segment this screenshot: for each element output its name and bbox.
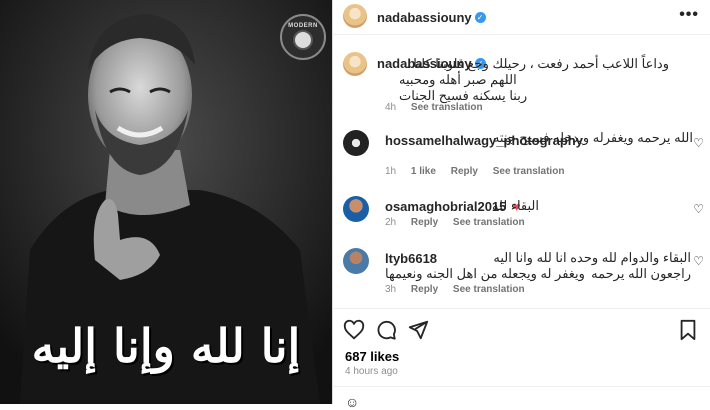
like-comment-icon[interactable]: ♡ xyxy=(693,202,704,216)
comment-text: الله يرحمه ويغفرله ويدخله فسيح جنته xyxy=(492,130,693,145)
comment-time: 1h xyxy=(385,166,397,177)
caption-line: وداعاً اللاعب أحمد رفعت ، رحيلك وجع قلوب… xyxy=(406,56,669,71)
comment-text: البقاء لله xyxy=(492,198,539,213)
more-options-icon[interactable]: ••• xyxy=(679,6,699,24)
commenter-avatar[interactable] xyxy=(343,248,369,274)
post-timestamp: 4 hours ago xyxy=(345,366,398,377)
comment-text-line2: ويغفر له ويجعله من اهل الجنه ونعيمها xyxy=(385,266,585,281)
see-translation-link[interactable]: See translation xyxy=(493,166,565,177)
see-translation-link[interactable]: See translation xyxy=(411,102,483,113)
emoji-icon[interactable]: ☺ xyxy=(345,394,359,410)
calligraphy-text: إنا لله وإنا إليه راجعون xyxy=(31,319,302,373)
bookmark-icon[interactable] xyxy=(677,319,699,341)
divider xyxy=(333,386,710,387)
caption-time: 4h xyxy=(385,102,397,113)
heart-icon[interactable] xyxy=(343,319,365,341)
reply-button[interactable]: Reply xyxy=(411,284,438,295)
comment-time: 3h xyxy=(385,284,397,295)
post-details-panel: nadabassiouny ✓ ••• nadabassiouny ✓ وداعاً… xyxy=(332,0,710,410)
author-username[interactable]: nadabassiouny xyxy=(377,10,472,25)
reply-button[interactable]: Reply xyxy=(411,217,438,228)
instagram-post-view: MODERN إنا لله وإنا إليه راجعون nadabass… xyxy=(0,0,710,410)
reply-button[interactable]: Reply xyxy=(451,166,478,177)
share-icon[interactable] xyxy=(407,319,429,341)
post-caption: nadabassiouny ✓ وداعاً اللاعب أحمد رفعت ،… xyxy=(333,46,710,116)
comment-item: osamaghobrial2015 ♥ البقاء لله 2h Reply … xyxy=(333,194,710,234)
like-comment-icon[interactable]: ♡ xyxy=(693,136,704,150)
see-translation-link[interactable]: See translation xyxy=(453,217,525,228)
post-header: nadabassiouny ✓ ••• xyxy=(333,0,710,35)
commenter-avatar[interactable] xyxy=(343,196,369,222)
verified-icon: ✓ xyxy=(474,12,486,24)
post-image: MODERN إنا لله وإنا إليه راجعون xyxy=(0,0,332,404)
commenter-username[interactable]: ltyb6618 xyxy=(385,251,437,266)
see-translation-link[interactable]: See translation xyxy=(453,284,525,295)
watermark-logo: MODERN xyxy=(280,14,326,60)
like-comment-icon[interactable]: ♡ xyxy=(693,254,704,268)
author-avatar[interactable] xyxy=(343,4,367,28)
comment-icon[interactable] xyxy=(375,319,397,341)
comment-likes[interactable]: 1 like xyxy=(411,166,436,177)
caption-line: اللهم صبر أهله ومحبيه xyxy=(399,72,517,87)
commenter-avatar[interactable] xyxy=(343,130,369,156)
caption-avatar[interactable] xyxy=(343,52,367,76)
likes-count[interactable]: 687 likes xyxy=(345,349,399,364)
comment-item: ltyb6618 البقاء والدوام لله وحده انا لله… xyxy=(333,246,710,298)
football-icon xyxy=(293,30,313,50)
comment-time: 2h xyxy=(385,217,397,228)
comment-item: hossamelhalwagy_photography الله يرحمه و… xyxy=(333,128,710,178)
